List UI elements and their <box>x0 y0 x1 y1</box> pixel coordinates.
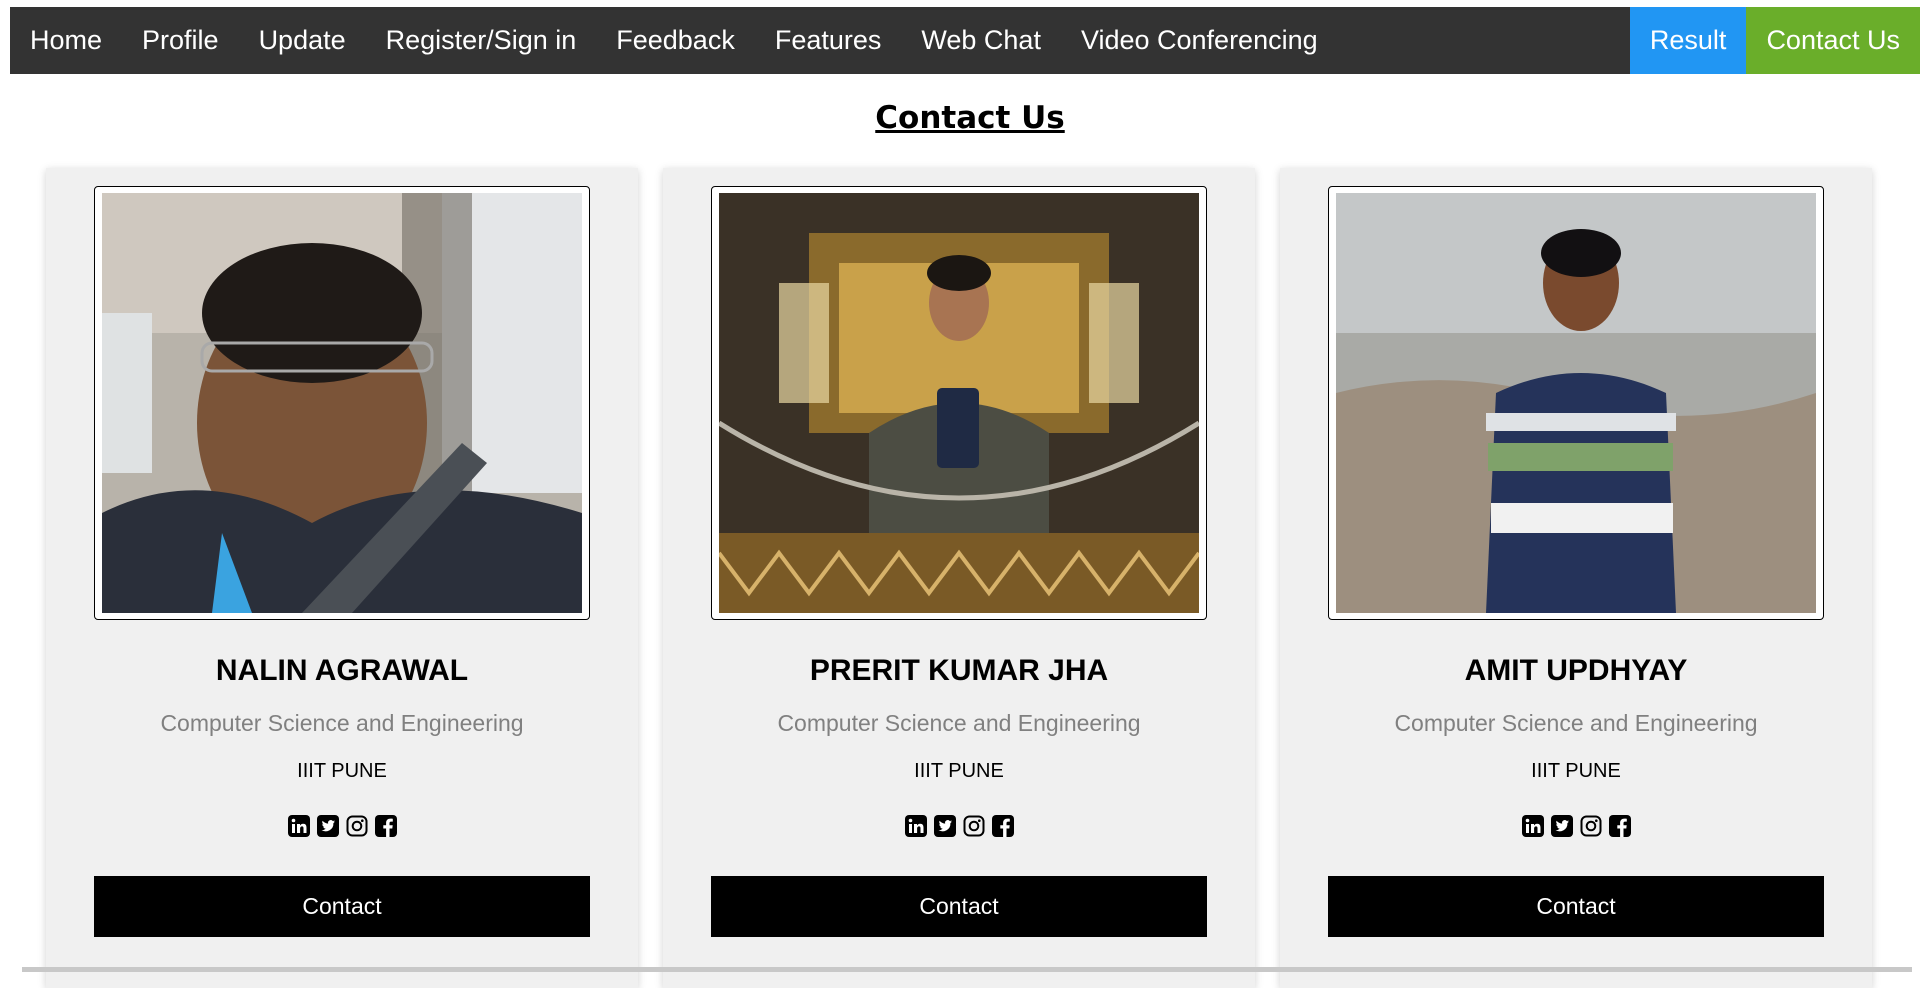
profile-photo <box>1336 193 1816 613</box>
social-links <box>1280 814 1872 838</box>
horizontal-scrollbar[interactable] <box>22 967 1912 972</box>
nav-video-conferencing[interactable]: Video Conferencing <box>1061 7 1338 74</box>
instagram-icon[interactable] <box>345 814 369 838</box>
member-name: AMIT UPDHYAY <box>1464 654 1688 687</box>
member-institute: IIIT PUNE <box>297 760 387 782</box>
contact-button[interactable]: Contact <box>1328 876 1824 937</box>
profile-card-prerit: PRERIT KUMAR JHA Computer Science and En… <box>663 168 1255 988</box>
nav-web-chat[interactable]: Web Chat <box>901 7 1061 74</box>
nav-register-sign-in[interactable]: Register/Sign in <box>366 7 597 74</box>
social-links <box>46 814 638 838</box>
member-name: NALIN AGRAWAL <box>215 654 469 687</box>
member-institute: IIIT PUNE <box>914 760 1004 782</box>
top-navbar: Home Profile Update Register/Sign in Fee… <box>10 7 1920 74</box>
photo-frame <box>1328 186 1824 620</box>
profile-photo <box>719 193 1199 613</box>
profile-card-nalin: NALIN AGRAWAL Computer Science and Engin… <box>46 168 638 988</box>
photo-frame <box>711 186 1207 620</box>
facebook-icon[interactable] <box>1608 814 1632 838</box>
nav-profile[interactable]: Profile <box>122 7 239 74</box>
linkedin-icon[interactable] <box>904 814 928 838</box>
member-department: Computer Science and Engineering <box>160 710 524 736</box>
page-title: Contact Us <box>875 100 1065 136</box>
member-department: Computer Science and Engineering <box>777 710 1141 736</box>
twitter-icon[interactable] <box>316 814 340 838</box>
member-institute: IIIT PUNE <box>1531 760 1621 782</box>
contact-button[interactable]: Contact <box>94 876 590 937</box>
profile-card-amit: AMIT UPDHYAY Computer Science and Engine… <box>1280 168 1872 988</box>
nav-feedback[interactable]: Feedback <box>596 7 755 74</box>
facebook-icon[interactable] <box>374 814 398 838</box>
instagram-icon[interactable] <box>962 814 986 838</box>
twitter-icon[interactable] <box>1550 814 1574 838</box>
social-links <box>663 814 1255 838</box>
linkedin-icon[interactable] <box>1521 814 1545 838</box>
twitter-icon[interactable] <box>933 814 957 838</box>
linkedin-icon[interactable] <box>287 814 311 838</box>
member-department: Computer Science and Engineering <box>1394 710 1758 736</box>
facebook-icon[interactable] <box>991 814 1015 838</box>
contact-button[interactable]: Contact <box>711 876 1207 937</box>
nav-contact-us[interactable]: Contact Us <box>1746 7 1920 74</box>
nav-features[interactable]: Features <box>755 7 902 74</box>
photo-frame <box>94 186 590 620</box>
member-name: PRERIT KUMAR JHA <box>809 654 1109 687</box>
nav-home[interactable]: Home <box>10 7 122 74</box>
nav-update[interactable]: Update <box>239 7 366 74</box>
nav-result[interactable]: Result <box>1629 7 1747 74</box>
instagram-icon[interactable] <box>1579 814 1603 838</box>
profile-photo <box>102 193 582 613</box>
